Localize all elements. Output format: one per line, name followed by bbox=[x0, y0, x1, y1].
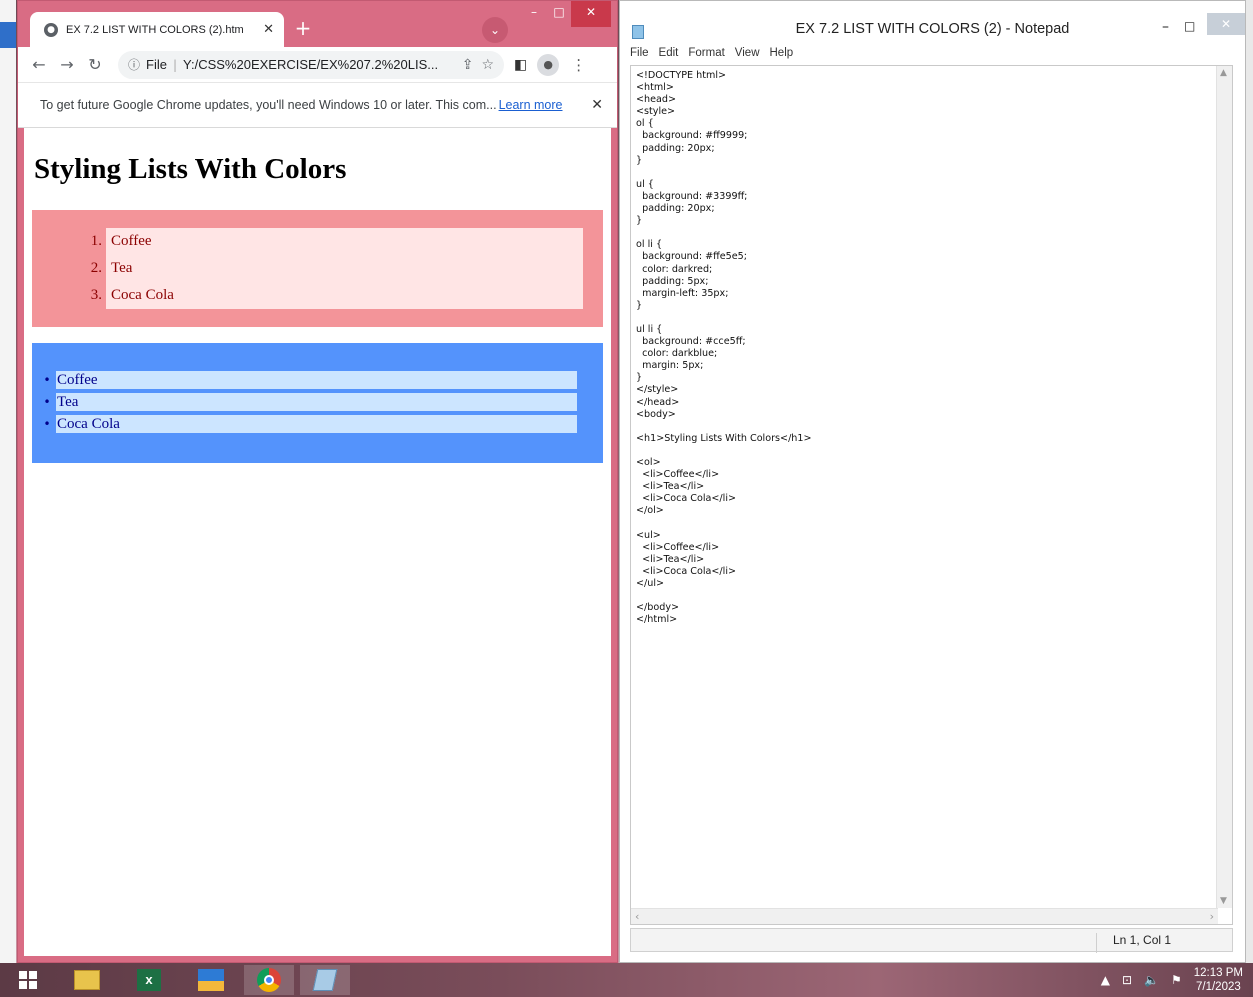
taskbar-excel[interactable]: x bbox=[122, 965, 176, 995]
infobar-message: To get future Google Chrome updates, you… bbox=[40, 98, 497, 112]
taskbar-file-explorer[interactable] bbox=[60, 965, 114, 995]
tab-title: EX 7.2 LIST WITH COLORS (2).htm bbox=[66, 23, 244, 36]
scroll-right-icon[interactable]: › bbox=[1210, 910, 1214, 923]
browser-tab[interactable]: ● EX 7.2 LIST WITH COLORS (2).htm ✕ bbox=[30, 12, 284, 47]
excel-icon: x bbox=[137, 969, 161, 991]
list-item-text: Coffee bbox=[106, 228, 583, 255]
chrome-window: ● EX 7.2 LIST WITH COLORS (2).htm ✕ + ⌄ … bbox=[17, 0, 618, 963]
notepad-title: EX 7.2 LIST WITH COLORS (2) - Notepad bbox=[795, 21, 1070, 37]
desktop-left-edge bbox=[0, 0, 16, 963]
unordered-list-item: • Tea bbox=[38, 393, 577, 411]
menu-view[interactable]: View bbox=[735, 47, 760, 65]
horizontal-scrollbar[interactable]: ‹ › bbox=[631, 908, 1218, 924]
browser-toolbar: ← → ↻ ⓘ File | Y:/CSS%20EXERCISE/EX%207.… bbox=[18, 47, 617, 83]
menu-file[interactable]: File bbox=[630, 47, 649, 65]
menu-format[interactable]: Format bbox=[688, 47, 724, 65]
list-item-text: Coca Cola bbox=[106, 282, 583, 309]
bookmark-star-icon[interactable]: ☆ bbox=[481, 57, 494, 73]
notepad-icon bbox=[312, 969, 338, 991]
app-icon bbox=[198, 969, 224, 991]
profile-avatar-icon[interactable]: ● bbox=[537, 53, 560, 76]
action-center-flag-icon[interactable]: ⚑ bbox=[1171, 973, 1182, 987]
list-number: 2. bbox=[90, 260, 102, 276]
minimize-button[interactable]: – bbox=[523, 1, 545, 27]
background-window-edge bbox=[1246, 0, 1253, 963]
list-item-text: Coffee bbox=[56, 371, 577, 389]
menu-edit[interactable]: Edit bbox=[659, 47, 679, 65]
chrome-titlebar: ● EX 7.2 LIST WITH COLORS (2).htm ✕ + ⌄ … bbox=[18, 1, 617, 47]
info-icon[interactable]: ⓘ bbox=[128, 56, 140, 73]
maximize-button[interactable]: □ bbox=[548, 1, 570, 27]
vertical-scrollbar[interactable]: ▲ ▼ bbox=[1216, 66, 1232, 908]
volume-muted-icon[interactable]: 🔈 bbox=[1144, 973, 1159, 987]
network-icon[interactable]: ⊡ bbox=[1122, 973, 1132, 987]
clock-date: 7/1/2023 bbox=[1196, 981, 1241, 993]
scroll-down-icon[interactable]: ▼ bbox=[1220, 896, 1227, 906]
bullet-icon: • bbox=[43, 395, 51, 409]
new-tab-button[interactable]: + bbox=[291, 17, 315, 41]
list-number: 3. bbox=[90, 287, 102, 303]
reload-icon[interactable]: ↻ bbox=[84, 55, 106, 74]
notepad-titlebar: EX 7.2 LIST WITH COLORS (2) - Notepad – … bbox=[620, 1, 1245, 47]
ordered-list-item: 3. Coca Cola bbox=[52, 282, 583, 309]
windows-logo-icon bbox=[19, 971, 37, 989]
update-infobar: To get future Google Chrome updates, you… bbox=[18, 83, 617, 128]
taskbar: x ▲ ⊡ 🔈 ⚑ 12:13 PM 7/1/2023 bbox=[0, 963, 1253, 997]
list-item-text: Tea bbox=[56, 393, 577, 411]
back-arrow-icon[interactable]: ← bbox=[28, 55, 50, 74]
ordered-list: 1. Coffee 2. Tea 3. Coca Cola bbox=[32, 210, 603, 327]
learn-more-link[interactable]: Learn more bbox=[499, 98, 563, 112]
unordered-list: • Coffee • Tea • Coca Cola bbox=[32, 343, 603, 463]
notepad-window: EX 7.2 LIST WITH COLORS (2) - Notepad – … bbox=[619, 0, 1246, 963]
minimize-button[interactable]: – bbox=[1162, 19, 1169, 35]
show-hidden-icons-icon[interactable]: ▲ bbox=[1101, 973, 1110, 987]
notepad-statusbar: Ln 1, Col 1 bbox=[630, 928, 1233, 953]
url-text[interactable]: Y:/CSS%20EXERCISE/EX%207.2%20LIS... bbox=[183, 57, 454, 72]
maximize-button[interactable]: □ bbox=[1184, 19, 1195, 33]
bullet-icon: • bbox=[43, 373, 51, 387]
scheme-label: File bbox=[146, 57, 167, 72]
globe-icon: ● bbox=[44, 22, 58, 37]
taskbar-notepad[interactable] bbox=[300, 965, 350, 995]
desktop-icon-fragment bbox=[0, 22, 16, 48]
menu-help[interactable]: Help bbox=[770, 47, 794, 65]
notepad-menubar: File Edit Format View Help bbox=[620, 47, 1245, 65]
ordered-list-item: 2. Tea bbox=[52, 255, 583, 282]
chrome-icon bbox=[257, 968, 281, 992]
page-heading: Styling Lists With Colors bbox=[34, 153, 347, 185]
share-icon[interactable]: ⇪ bbox=[462, 57, 474, 73]
bullet-icon: • bbox=[43, 417, 51, 431]
address-bar[interactable]: ⓘ File | Y:/CSS%20EXERCISE/EX%207.2%20LI… bbox=[118, 50, 504, 79]
forward-arrow-icon[interactable]: → bbox=[56, 55, 78, 74]
unordered-list-item: • Coca Cola bbox=[38, 415, 577, 433]
scheme-separator: | bbox=[172, 57, 178, 72]
side-panel-icon[interactable]: ◧ bbox=[514, 57, 527, 73]
ordered-list-item: 1. Coffee bbox=[52, 228, 583, 255]
start-button[interactable] bbox=[8, 965, 48, 995]
close-button[interactable]: ✕ bbox=[1207, 13, 1245, 35]
tab-close-icon[interactable]: ✕ bbox=[263, 22, 274, 37]
list-item-text: Coca Cola bbox=[56, 415, 577, 433]
source-code-text[interactable]: <!DOCTYPE html> <html> <head> <style> ol… bbox=[636, 70, 1216, 626]
system-tray: ▲ ⊡ 🔈 ⚑ 12:13 PM 7/1/2023 bbox=[1101, 963, 1253, 997]
cursor-position: Ln 1, Col 1 bbox=[1096, 933, 1171, 953]
infobar-close-icon[interactable]: ✕ bbox=[591, 97, 603, 113]
text-editor[interactable]: <!DOCTYPE html> <html> <head> <style> ol… bbox=[630, 65, 1233, 925]
page-viewport: Styling Lists With Colors 1. Coffee 2. T… bbox=[24, 128, 611, 956]
kebab-menu-icon[interactable]: ⋮ bbox=[571, 56, 586, 74]
clock-time: 12:13 PM bbox=[1193, 967, 1243, 979]
scroll-up-icon[interactable]: ▲ bbox=[1220, 68, 1227, 78]
tab-search-button[interactable]: ⌄ bbox=[482, 17, 508, 43]
unordered-list-item: • Coffee bbox=[38, 371, 577, 389]
clock[interactable]: 12:13 PM 7/1/2023 bbox=[1194, 966, 1243, 994]
taskbar-app[interactable] bbox=[184, 965, 238, 995]
taskbar-chrome[interactable] bbox=[244, 965, 294, 995]
close-button[interactable]: ✕ bbox=[571, 1, 611, 27]
list-item-text: Tea bbox=[106, 255, 583, 282]
folder-icon bbox=[74, 970, 100, 990]
scroll-left-icon[interactable]: ‹ bbox=[635, 910, 639, 923]
list-number: 1. bbox=[90, 233, 102, 249]
